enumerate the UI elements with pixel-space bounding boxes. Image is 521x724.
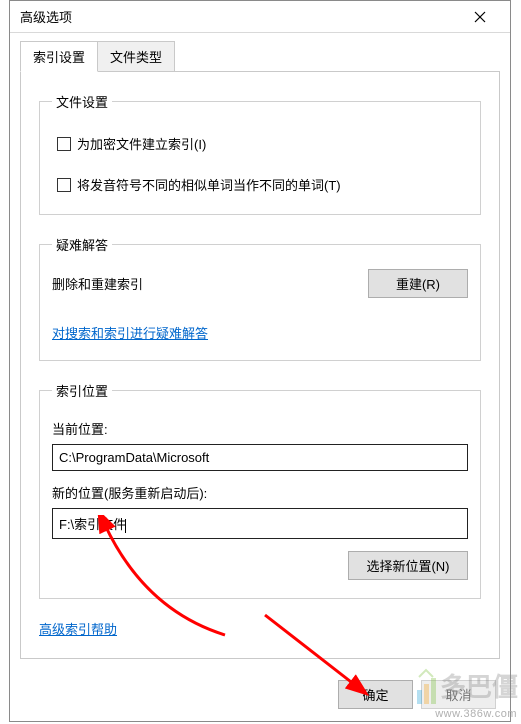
current-location-value: C:\ProgramData\Microsoft [59, 450, 209, 465]
troubleshoot-group: 疑难解答 删除和重建索引 重建(R) 对搜索和索引进行疑难解答 [39, 235, 481, 361]
advanced-help-link[interactable]: 高级索引帮助 [39, 622, 117, 637]
close-button[interactable] [460, 3, 500, 31]
phonetic-row: 将发音符号不同的相似单词当作不同的单词(T) [57, 175, 468, 194]
file-settings-legend: 文件设置 [52, 92, 112, 111]
tab-file-types[interactable]: 文件类型 [97, 41, 175, 71]
dialog-buttons: 确定 取消 [338, 680, 496, 709]
titlebar: 高级选项 [10, 1, 510, 33]
select-new-location-button[interactable]: 选择新位置(N) [348, 551, 468, 580]
select-location-row: 选择新位置(N) [52, 551, 468, 580]
new-location-label: 新的位置(服务重新启动后): [52, 483, 468, 502]
dialog-window: 高级选项 索引设置 文件类型 文件设置 为加密文件建立索引(I) 将发音符号 [9, 0, 511, 722]
index-location-group: 索引位置 当前位置: C:\ProgramData\Microsoft 新的位置… [39, 381, 481, 599]
text-cursor [125, 519, 126, 533]
tab-strip: 索引设置 文件类型 [20, 41, 500, 71]
encrypt-row: 为加密文件建立索引(I) [57, 134, 468, 153]
phonetic-checkbox[interactable] [57, 178, 71, 192]
help-link-row: 高级索引帮助 [39, 619, 481, 638]
close-icon [474, 11, 486, 23]
tab-index-settings[interactable]: 索引设置 [20, 41, 98, 72]
rebuild-button[interactable]: 重建(R) [368, 269, 468, 298]
tab-panel: 文件设置 为加密文件建立索引(I) 将发音符号不同的相似单词当作不同的单词(T)… [20, 71, 500, 659]
new-location-value: F:\索引文件 [59, 517, 126, 532]
encrypt-label: 为加密文件建立索引(I) [77, 134, 206, 153]
current-location-field: C:\ProgramData\Microsoft [52, 444, 468, 471]
rebuild-row: 删除和重建索引 重建(R) [52, 269, 468, 298]
current-location-label: 当前位置: [52, 419, 468, 438]
phonetic-label: 将发音符号不同的相似单词当作不同的单词(T) [77, 175, 341, 194]
window-title: 高级选项 [20, 7, 460, 26]
file-settings-group: 文件设置 为加密文件建立索引(I) 将发音符号不同的相似单词当作不同的单词(T) [39, 92, 481, 215]
troubleshoot-link[interactable]: 对搜索和索引进行疑难解答 [52, 326, 208, 341]
cancel-button[interactable]: 取消 [421, 680, 496, 709]
new-location-input[interactable]: F:\索引文件 [52, 508, 468, 539]
index-location-legend: 索引位置 [52, 381, 112, 400]
delete-rebuild-text: 删除和重建索引 [52, 274, 143, 293]
encrypt-checkbox[interactable] [57, 137, 71, 151]
content-area: 索引设置 文件类型 文件设置 为加密文件建立索引(I) 将发音符号不同的相似单词… [10, 33, 510, 659]
ok-button[interactable]: 确定 [338, 680, 413, 709]
troubleshoot-legend: 疑难解答 [52, 235, 112, 254]
